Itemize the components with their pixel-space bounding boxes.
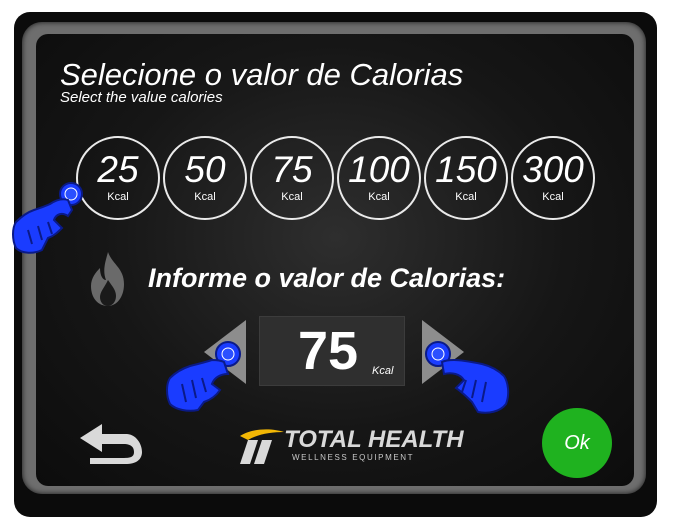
option-unit: Kcal (281, 191, 303, 203)
option-value: 150 (435, 149, 497, 190)
calorie-option-25[interactable]: 25 Kcal (76, 136, 160, 220)
calorie-value: 75 (298, 321, 359, 381)
page-subtitle: Select the value calories (60, 89, 223, 106)
hand-pointer-icon (425, 341, 510, 414)
back-arrow-icon (80, 424, 142, 464)
ok-button[interactable]: Ok (542, 408, 612, 478)
calorie-option-100[interactable]: 100 Kcal (337, 136, 421, 220)
calorie-option-75[interactable]: 75 Kcal (250, 136, 334, 220)
option-value: 100 (348, 149, 410, 190)
option-value: 25 (97, 149, 139, 190)
calorie-option-50[interactable]: 50 Kcal (163, 136, 247, 220)
calorie-value-display: 75 Kcal (259, 316, 405, 386)
brand-tagline: WELLNESS EQUIPMENT (292, 453, 415, 462)
calorie-option-150[interactable]: 150 Kcal (424, 136, 508, 220)
back-button[interactable] (72, 416, 148, 466)
option-unit: Kcal (194, 191, 216, 203)
option-unit: Kcal (542, 191, 564, 203)
option-unit: Kcal (455, 191, 477, 203)
page-title: Selecione o valor de Calorias (60, 57, 464, 92)
option-unit: Kcal (368, 191, 390, 203)
hand-pointer-icon (12, 182, 83, 254)
logo-icon (240, 429, 284, 464)
brand-name: TOTAL HEALTH (284, 426, 464, 453)
brand-logo: TOTAL HEALTH WELLNESS EQUIPMENT (232, 424, 464, 470)
calorie-options: 25 Kcal 50 Kcal 75 Kcal 100 Kcal 150 Kca… (76, 136, 595, 226)
option-value: 50 (184, 149, 226, 190)
calorie-option-300[interactable]: 300 Kcal (511, 136, 595, 220)
option-value: 75 (271, 149, 313, 190)
flame-icon (91, 252, 124, 306)
option-unit: Kcal (107, 191, 129, 203)
option-value: 300 (522, 149, 584, 190)
calorie-prompt: Informe o valor de Calorias: (148, 263, 506, 293)
hand-pointer-icon (166, 341, 241, 412)
calorie-unit: Kcal (372, 365, 394, 377)
